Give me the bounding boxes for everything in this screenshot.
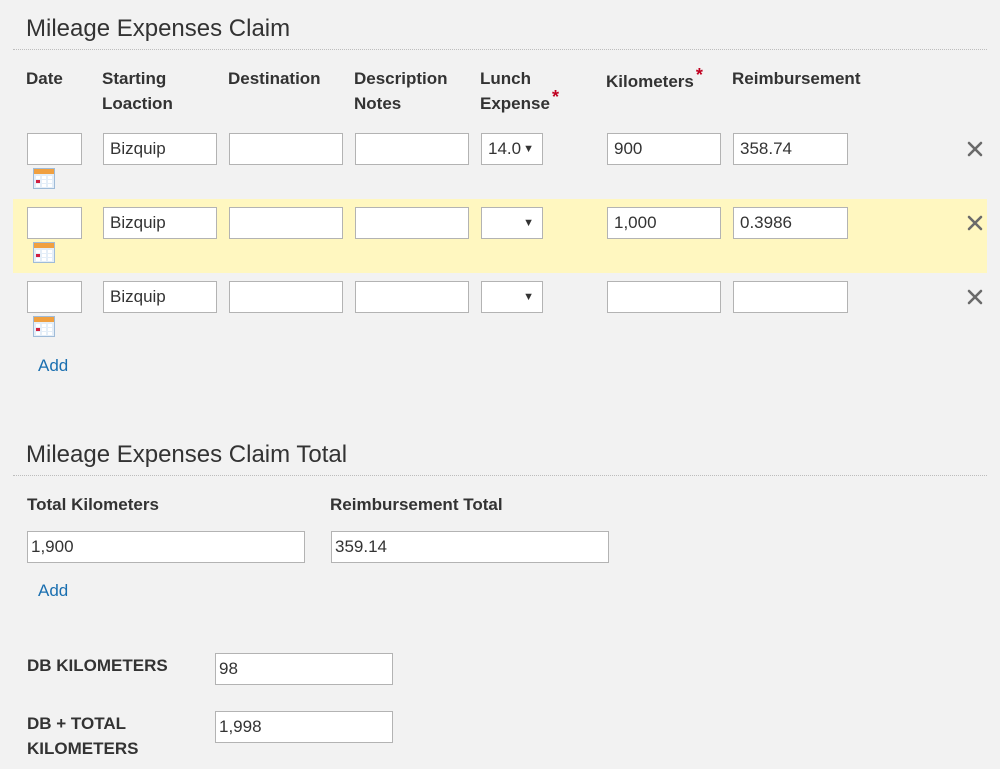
required-indicator: * — [551, 87, 559, 107]
add-total-link[interactable]: Add — [38, 581, 68, 601]
add-row-link[interactable]: Add — [38, 356, 68, 376]
db-kilometers-field[interactable]: 98 — [215, 653, 393, 685]
column-header-description-line2: Notes — [354, 94, 402, 113]
destination-input[interactable] — [229, 281, 343, 313]
date-input[interactable] — [27, 133, 82, 165]
starting-location-input[interactable]: Bizquip — [103, 281, 217, 313]
db-total-kilometers-label: DB + TOTAL KILOMETERS — [27, 711, 138, 761]
column-header-description-line1: Description — [354, 69, 448, 88]
calendar-icon[interactable] — [33, 242, 55, 263]
kilometers-input[interactable] — [607, 281, 721, 313]
date-input[interactable] — [27, 281, 82, 313]
section-divider — [13, 475, 987, 476]
kilometers-input[interactable]: 1,000 — [607, 207, 721, 239]
destination-input[interactable] — [229, 133, 343, 165]
column-header-starting-location-line2: Loaction — [102, 94, 173, 113]
db-total-label-line2: KILOMETERS — [27, 739, 139, 758]
lunch-expense-select[interactable]: ▼ — [481, 207, 543, 239]
total-kilometers-field[interactable]: 1,900 — [27, 531, 305, 563]
column-header-starting-location-line1: Starting — [102, 69, 167, 88]
reimbursement-total-field[interactable]: 359.14 — [331, 531, 609, 563]
lunch-expense-select[interactable]: 14.0 ▼ — [481, 133, 543, 165]
reimbursement-input[interactable]: 0.3986 — [733, 207, 848, 239]
column-header-lunch-line1: Lunch — [480, 69, 531, 88]
db-total-kilometers-field[interactable]: 1,998 — [215, 711, 393, 743]
column-header-lunch-expense: Lunch Expense * — [480, 66, 559, 116]
description-notes-input[interactable] — [355, 133, 469, 165]
destination-input[interactable] — [229, 207, 343, 239]
column-header-destination: Destination — [228, 69, 321, 88]
chevron-down-icon: ▼ — [523, 217, 534, 229]
column-header-date: Date — [26, 69, 63, 88]
required-indicator: * — [695, 65, 703, 85]
section-divider — [13, 49, 987, 50]
column-header-kilometers: Kilometers * — [606, 65, 703, 94]
column-header-lunch-line2: Expense — [480, 94, 550, 113]
lunch-expense-value: 14.0 — [488, 139, 522, 158]
close-icon[interactable] — [965, 213, 985, 233]
description-notes-input[interactable] — [355, 207, 469, 239]
reimbursement-input[interactable] — [733, 281, 848, 313]
close-icon[interactable] — [965, 287, 985, 307]
column-header-description-notes: Description Notes — [354, 66, 448, 116]
description-notes-input[interactable] — [355, 281, 469, 313]
reimbursement-input[interactable]: 358.74 — [733, 133, 848, 165]
kilometers-input[interactable]: 900 — [607, 133, 721, 165]
total-kilometers-label: Total Kilometers — [27, 495, 159, 514]
column-header-lunch-line2-wrap: Expense * — [480, 87, 559, 116]
column-header-starting-location: Starting Loaction — [102, 66, 173, 116]
chevron-down-icon: ▼ — [523, 143, 534, 155]
section-title-claim: Mileage Expenses Claim — [26, 15, 291, 42]
calendar-icon[interactable] — [33, 168, 55, 189]
starting-location-input[interactable]: Bizquip — [103, 207, 217, 239]
chevron-down-icon: ▼ — [523, 291, 534, 303]
date-input[interactable] — [27, 207, 82, 239]
column-header-kilometers-label: Kilometers — [606, 72, 694, 91]
column-header-reimbursement: Reimbursement — [732, 69, 861, 88]
starting-location-input[interactable]: Bizquip — [103, 133, 217, 165]
section-title-total: Mileage Expenses Claim Total — [26, 441, 348, 468]
db-kilometers-label: DB KILOMETERS — [27, 656, 168, 675]
lunch-expense-select[interactable]: ▼ — [481, 281, 543, 313]
reimbursement-total-label: Reimbursement Total — [330, 495, 503, 514]
close-icon[interactable] — [965, 139, 985, 159]
calendar-icon[interactable] — [33, 316, 55, 337]
db-total-label-line1: DB + TOTAL — [27, 714, 127, 733]
